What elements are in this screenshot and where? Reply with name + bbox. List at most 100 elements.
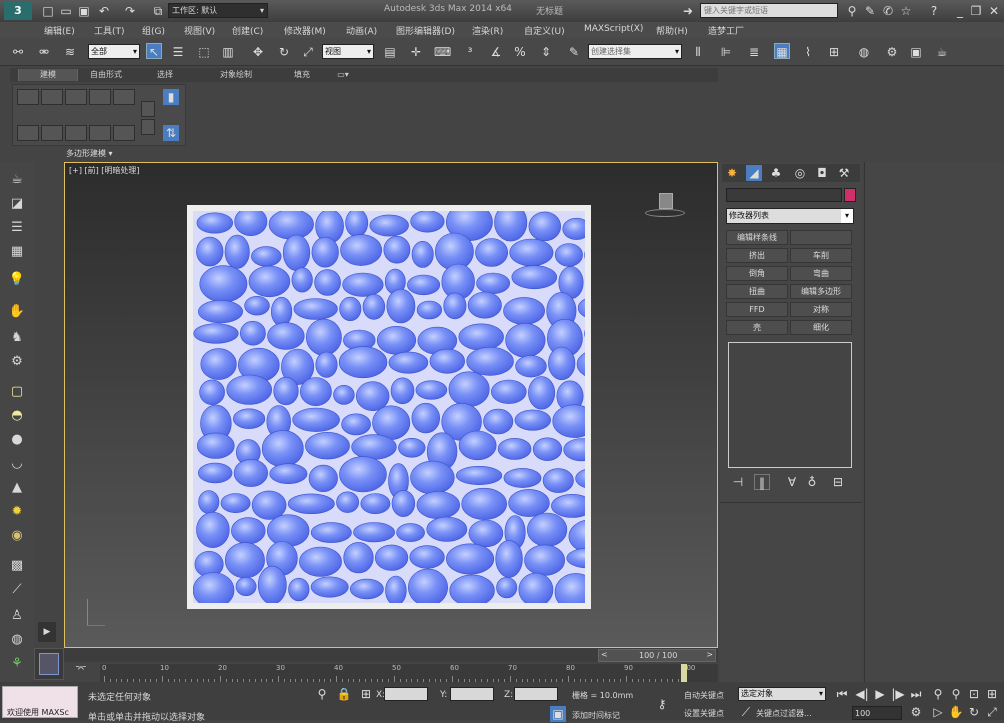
ribbon-panel-label[interactable]: 多边形建模 ▾: [66, 148, 113, 159]
tab-freeform[interactable]: 自由形式: [76, 69, 136, 81]
plant-icon[interactable]: ⚘: [8, 656, 26, 672]
workspace-dropdown[interactable]: 工作区: 默认 ▾: [168, 3, 268, 18]
x-coord-field[interactable]: [384, 687, 428, 701]
motion-tab-icon[interactable]: ◎: [792, 165, 808, 181]
ribbon-tool-5[interactable]: [113, 89, 135, 105]
menu-item-dream-factory[interactable]: 造梦工厂: [708, 24, 744, 37]
ribbon-tool-7[interactable]: [41, 125, 63, 141]
ribbon-tool-12[interactable]: [141, 119, 155, 135]
key-filters-button[interactable]: 关键点过滤器...: [756, 708, 812, 719]
menu-item-modifiers[interactable]: 修改器(M): [284, 24, 326, 37]
render-teapot-icon[interactable]: ☕: [934, 44, 950, 60]
material-icon[interactable]: ◪: [8, 196, 26, 212]
hand-icon[interactable]: ✋: [8, 304, 26, 320]
menu-item-maxscript[interactable]: MAXScript(X): [584, 24, 643, 34]
hierarchy-tab-icon[interactable]: ♣: [768, 165, 784, 181]
tilt-icon[interactable]: ⟋: [8, 582, 26, 598]
subscription-icon[interactable]: ✎: [862, 3, 878, 19]
rendered-frame-icon[interactable]: ▣: [908, 44, 924, 60]
angle-snap-icon[interactable]: ∡: [488, 44, 504, 60]
time-config-icon[interactable]: ⚙: [908, 704, 924, 720]
lock-selection-icon[interactable]: 🔒: [336, 686, 352, 702]
selected-set-dropdown[interactable]: 选定对象 ▾: [738, 687, 826, 701]
key-filter-icon[interactable]: ⟋: [738, 704, 754, 720]
maximize-viewport-icon[interactable]: ⤢: [984, 704, 1000, 720]
circle-icon[interactable]: ◉: [8, 528, 26, 544]
zoom-extents-all-icon[interactable]: ⊞: [984, 686, 1000, 702]
selection-filter-dropdown[interactable]: 全部 ▾: [88, 44, 140, 59]
modifier-bend[interactable]: 弯曲: [790, 266, 852, 281]
sphere-icon[interactable]: ●: [8, 432, 26, 448]
close-icon[interactable]: ✕: [986, 3, 1002, 19]
ribbon-options-icon[interactable]: ▭▾: [332, 69, 354, 81]
ribbon-tool-3[interactable]: [65, 89, 87, 105]
modifier-shell[interactable]: 壳: [726, 320, 788, 335]
box-primitive-icon[interactable]: ▢: [8, 384, 26, 400]
communication-icon[interactable]: ✆: [880, 3, 896, 19]
next-frame-icon[interactable]: |▶: [890, 686, 906, 702]
zoom-extents-icon[interactable]: ⊡: [966, 686, 982, 702]
absolute-mode-icon[interactable]: ⊞: [358, 686, 374, 702]
menu-item-views[interactable]: 视图(V): [184, 24, 215, 37]
rotate-icon[interactable]: ↻: [276, 44, 292, 60]
ribbon-tool-2[interactable]: [41, 89, 63, 105]
globe-icon[interactable]: ◍: [8, 632, 26, 648]
utilities-tab-icon[interactable]: ⚒: [836, 165, 852, 181]
add-time-tag[interactable]: 添加时间标记: [572, 710, 620, 721]
modifier-edit-spline[interactable]: 编辑样条线: [726, 230, 788, 245]
object-name-field[interactable]: [726, 188, 842, 202]
ribbon-tool-11[interactable]: [141, 101, 155, 117]
menu-item-customize[interactable]: 自定义(U): [524, 24, 565, 37]
layer-manager-icon[interactable]: ≣: [746, 44, 762, 60]
material-editor-icon[interactable]: ◍: [856, 44, 872, 60]
curve-editor-icon[interactable]: ⌇: [800, 44, 816, 60]
make-unique-icon[interactable]: ∀: [784, 474, 800, 490]
list-icon[interactable]: ☰: [8, 220, 26, 236]
move-icon[interactable]: ✥: [250, 44, 266, 60]
ribbon-tool-4[interactable]: [89, 89, 111, 105]
go-to-start-icon[interactable]: ⏮: [834, 686, 850, 702]
align-icon[interactable]: ⊫: [718, 44, 734, 60]
show-end-result-icon[interactable]: ‖: [754, 474, 770, 490]
mini-viewport-icon[interactable]: [34, 648, 64, 680]
current-frame-field[interactable]: 100: [852, 706, 902, 720]
modifier-lathe[interactable]: 车削: [790, 248, 852, 263]
menu-item-graph-editors[interactable]: 图形编辑器(D): [396, 24, 455, 37]
set-key-label[interactable]: 设置关键点: [684, 708, 724, 719]
zoom-all-icon[interactable]: ⚲: [948, 686, 964, 702]
app-logo-icon[interactable]: 3: [4, 2, 32, 20]
ribbon-expand-icon[interactable]: ⇅: [163, 125, 179, 141]
tab-modeling[interactable]: 建模: [18, 69, 78, 81]
left-panel-expand-icon[interactable]: ▶: [38, 622, 56, 642]
binoculars-icon[interactable]: ⚲: [844, 3, 860, 19]
snap-toggle-icon[interactable]: ³: [462, 44, 478, 60]
bowl-icon[interactable]: ◡: [8, 456, 26, 472]
maxscript-listener-badge[interactable]: 欢迎使用 MAXSc: [2, 686, 78, 718]
viewcube-icon[interactable]: [645, 193, 685, 219]
scale-icon[interactable]: ⤢: [300, 44, 316, 60]
remove-modifier-icon[interactable]: ♁: [804, 474, 820, 490]
ribbon-tool-8[interactable]: [65, 125, 87, 141]
play-icon[interactable]: ▶: [872, 686, 888, 702]
named-selection-dropdown[interactable]: 创建选择集 ▾: [588, 44, 682, 59]
gear-settings-icon[interactable]: ⚙: [8, 354, 26, 370]
time-next-icon[interactable]: >: [706, 650, 713, 659]
keyboard-shortcut-icon[interactable]: ⌨: [434, 44, 450, 60]
z-coord-field[interactable]: [514, 687, 558, 701]
menu-item-animation[interactable]: 动画(A): [346, 24, 377, 37]
pivot-center-icon[interactable]: ▤: [382, 44, 398, 60]
viewport-front[interactable]: [+] [前] [明暗处理]: [64, 162, 718, 648]
sun-icon[interactable]: ✹: [8, 504, 26, 520]
pan-icon[interactable]: ✋: [948, 704, 964, 720]
modifier-edit-poly[interactable]: 编辑多边形: [790, 284, 852, 299]
configure-modifier-sets-icon[interactable]: ⊟: [830, 474, 846, 490]
modifier-symmetry[interactable]: 对称: [790, 302, 852, 317]
stone-texture-plane[interactable]: [187, 205, 591, 609]
spinner-snap-icon[interactable]: ⇕: [538, 44, 554, 60]
auto-key-label[interactable]: 自动关键点: [684, 690, 724, 701]
schematic-view-icon[interactable]: ⊞: [826, 44, 842, 60]
modifier-extrude[interactable]: 挤出: [726, 248, 788, 263]
half-sphere-icon[interactable]: ◓: [8, 408, 26, 424]
viewport-label[interactable]: [+] [前] [明暗处理]: [69, 165, 140, 176]
timeline-current-frame-marker[interactable]: [681, 664, 687, 682]
